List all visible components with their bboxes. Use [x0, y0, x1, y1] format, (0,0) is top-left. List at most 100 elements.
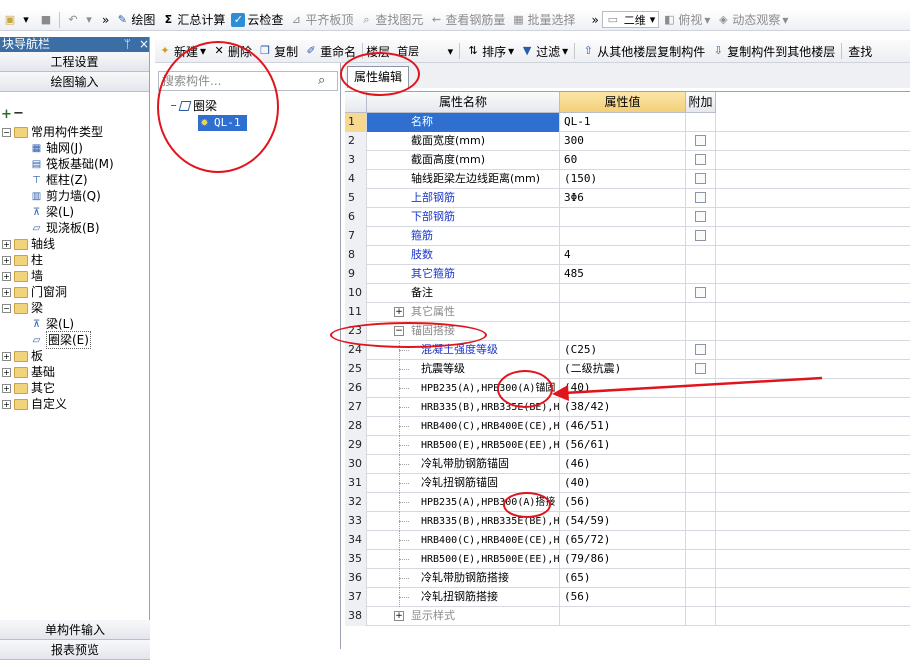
- top-view-button[interactable]: ◧ 俯视 ▾: [659, 10, 713, 30]
- property-name-cell[interactable]: 肢数: [367, 246, 560, 265]
- property-row[interactable]: 38 + 显示样式: [345, 607, 910, 626]
- nav-tree-item[interactable]: + 基础: [2, 364, 55, 380]
- property-name-cell[interactable]: 冷轧带肋钢筋锚固: [367, 455, 560, 474]
- property-value-cell[interactable]: (65): [560, 569, 686, 588]
- pin-icon[interactable]: ᛘ: [124, 37, 131, 51]
- property-row[interactable]: 7 箍筋: [345, 227, 910, 246]
- property-row[interactable]: 36 冷轧带肋钢筋搭接 (65): [345, 569, 910, 588]
- property-name-cell[interactable]: 其它箍筋: [367, 265, 560, 284]
- property-value-cell[interactable]: (C25): [560, 341, 686, 360]
- property-value-cell[interactable]: QL-1: [560, 113, 686, 132]
- property-value-cell[interactable]: 4: [560, 246, 686, 265]
- nav-tree-item[interactable]: ⊼ 梁(L): [30, 204, 74, 220]
- nav-tree-item[interactable]: + 门窗洞: [2, 284, 67, 300]
- find-button[interactable]: 查找: [845, 41, 875, 61]
- property-name-cell[interactable]: 冷轧带肋钢筋搭接: [367, 569, 560, 588]
- property-value-cell[interactable]: [560, 303, 686, 322]
- property-row[interactable]: 28 HRB400(C),HRB400E(CE),HRBF(46/51): [345, 417, 910, 436]
- property-value-cell[interactable]: [560, 227, 686, 246]
- property-add-cell[interactable]: [686, 189, 716, 208]
- nav-tree-item[interactable]: + 墙: [2, 268, 43, 284]
- property-row[interactable]: 29 HRB500(E),HRB500E(EE),HRBF(56/61): [345, 436, 910, 455]
- property-name-cell[interactable]: HRB500(E),HRB500E(EE),HRBF: [367, 436, 560, 455]
- nav-tree-item[interactable]: + 自定义: [2, 396, 67, 412]
- nav-tree-item[interactable]: + 柱: [2, 252, 43, 268]
- property-row[interactable]: 4 轴线距梁左边线距离(mm) (150): [345, 170, 910, 189]
- sort-button[interactable]: ⇅ 排序 ▾: [463, 41, 517, 61]
- property-row[interactable]: 37 冷轧扭钢筋搭接 (56): [345, 588, 910, 607]
- save-button[interactable]: ■: [36, 10, 56, 30]
- expand-icon[interactable]: +: [2, 399, 11, 409]
- nav-tree-item[interactable]: − 梁: [2, 300, 43, 316]
- property-name-cell[interactable]: 名称: [367, 113, 560, 132]
- property-row[interactable]: 32 HPB235(A),HPB300(A)搭接 (56): [345, 493, 910, 512]
- view-rebar-button[interactable]: ⇜ 查看钢筋量: [426, 10, 508, 30]
- property-row[interactable]: 30 冷轧带肋钢筋锚固 (46): [345, 455, 910, 474]
- draw-button[interactable]: ✎ 绘图: [112, 10, 158, 30]
- attach-checkbox[interactable]: [695, 192, 706, 203]
- cloud-check-button[interactable]: ✓ 云检查: [228, 10, 286, 30]
- property-add-cell[interactable]: [686, 170, 716, 189]
- nav-tree-item[interactable]: ⊼ 梁(L): [30, 316, 74, 332]
- property-row[interactable]: 31 冷轧扭钢筋锚固 (40): [345, 474, 910, 493]
- dynamic-view-button[interactable]: ◈ 动态观察 ▾: [713, 10, 791, 30]
- flush-slab-button[interactable]: ⊿ 平齐板顶: [286, 10, 356, 30]
- toolbar-overflow-button[interactable]: »: [99, 10, 112, 30]
- expand-icon[interactable]: +: [2, 383, 11, 393]
- property-name-cell[interactable]: 上部钢筋: [367, 189, 560, 208]
- property-row[interactable]: 10 备注: [345, 284, 910, 303]
- property-value-cell[interactable]: (46/51): [560, 417, 686, 436]
- property-name-cell[interactable]: HRB400(C),HRB400E(CE),HRBF: [367, 417, 560, 436]
- property-row[interactable]: 34 HRB400(C),HRB400E(CE),HRBF(65/72): [345, 531, 910, 550]
- property-value-cell[interactable]: (54/59): [560, 512, 686, 531]
- nav-tree-item[interactable]: ▤ 筏板基础(M): [30, 156, 114, 172]
- collapse-icon[interactable]: −: [2, 127, 11, 137]
- attach-checkbox[interactable]: [695, 135, 706, 146]
- property-name-cell[interactable]: 冷轧扭钢筋搭接: [367, 588, 560, 607]
- property-name-cell[interactable]: HRB400(C),HRB400E(CE),HRBF: [367, 531, 560, 550]
- tree-collapse-all-icon[interactable]: −: [13, 106, 24, 121]
- property-value-cell[interactable]: (56/61): [560, 436, 686, 455]
- open-folder-button[interactable]: ▣ ▾: [0, 10, 36, 30]
- property-value-cell[interactable]: 3Φ6: [560, 189, 686, 208]
- close-icon[interactable]: ×: [139, 37, 149, 51]
- nav-section-report[interactable]: 报表预览: [0, 640, 150, 660]
- property-add-cell[interactable]: [686, 208, 716, 227]
- property-name-cell[interactable]: 下部钢筋: [367, 208, 560, 227]
- property-value-cell[interactable]: 300: [560, 132, 686, 151]
- nav-tree-item[interactable]: + 轴线: [2, 236, 55, 252]
- nav-section-single-input[interactable]: 单构件输入: [0, 620, 150, 640]
- property-name-cell[interactable]: 冷轧扭钢筋锚固: [367, 474, 560, 493]
- property-value-cell[interactable]: (79/86): [560, 550, 686, 569]
- nav-tree-item[interactable]: ▥ 剪力墙(Q): [30, 188, 101, 204]
- property-name-cell[interactable]: + 显示样式: [367, 607, 560, 626]
- nav-tree-item[interactable]: ▦ 轴网(J): [30, 140, 83, 156]
- property-value-cell[interactable]: [560, 284, 686, 303]
- copy-from-floor-button[interactable]: ⇧ 从其他楼层复制构件: [578, 41, 708, 61]
- nav-section-settings[interactable]: 工程设置: [0, 52, 149, 72]
- property-value-cell[interactable]: 60: [560, 151, 686, 170]
- find-element-button[interactable]: ⌕ 查找图元: [356, 10, 426, 30]
- property-value-cell[interactable]: (46): [560, 455, 686, 474]
- copy-to-floor-button[interactable]: ⇩ 复制构件到其他楼层: [708, 41, 838, 61]
- property-add-cell[interactable]: [686, 284, 716, 303]
- attach-checkbox[interactable]: [695, 211, 706, 222]
- attach-checkbox[interactable]: [695, 230, 706, 241]
- property-row[interactable]: 11 + 其它属性: [345, 303, 910, 322]
- nav-section-draw[interactable]: 绘图输入: [0, 72, 149, 92]
- property-value-cell[interactable]: [560, 322, 686, 341]
- property-name-cell[interactable]: 轴线距梁左边线距离(mm): [367, 170, 560, 189]
- undo-button[interactable]: ↶ ▾: [63, 10, 99, 30]
- property-name-cell[interactable]: 截面高度(mm): [367, 151, 560, 170]
- property-add-cell[interactable]: [686, 341, 716, 360]
- sum-calc-button[interactable]: Σ 汇总计算: [158, 10, 228, 30]
- property-value-cell[interactable]: [560, 607, 686, 626]
- property-value-cell[interactable]: (56): [560, 588, 686, 607]
- property-value-cell[interactable]: (56): [560, 493, 686, 512]
- property-row[interactable]: 35 HRB500(E),HRB500E(EE),HRBF(79/86): [345, 550, 910, 569]
- filter-button[interactable]: ▼ 过滤 ▾: [517, 41, 571, 61]
- property-add-cell[interactable]: [686, 151, 716, 170]
- nav-tree-item[interactable]: ⊤ 框柱(Z): [30, 172, 87, 188]
- expand-icon[interactable]: +: [2, 367, 11, 377]
- property-add-cell[interactable]: [686, 132, 716, 151]
